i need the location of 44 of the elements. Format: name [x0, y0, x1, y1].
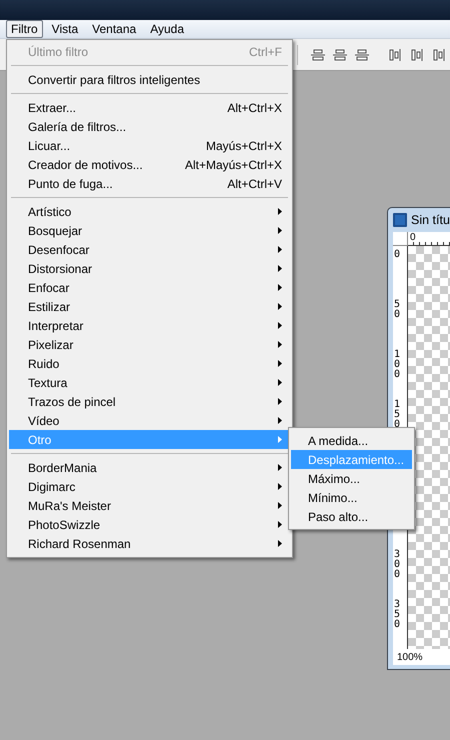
- menu-item[interactable]: Ruido: [9, 354, 290, 373]
- ruler-label: 300: [394, 550, 402, 580]
- menu-item[interactable]: Artístico: [9, 202, 290, 221]
- menu-item[interactable]: MuRa's Meister: [9, 496, 290, 515]
- menu-item[interactable]: PhotoSwizzle: [9, 515, 290, 534]
- menu-item[interactable]: Máximo...: [291, 469, 412, 488]
- horizontal-ruler: 0: [408, 232, 450, 246]
- menu-bar-item[interactable]: Filtro: [6, 20, 43, 38]
- menu-item[interactable]: Bosquejar: [9, 221, 290, 240]
- menu-item[interactable]: Richard Rosenman: [9, 534, 290, 553]
- menu-item[interactable]: Enfocar: [9, 278, 290, 297]
- zoom-level: 100%: [397, 652, 423, 662]
- menu-item[interactable]: Mínimo...: [291, 488, 412, 507]
- menu-item[interactable]: Vídeo: [9, 411, 290, 430]
- align-icon: [332, 46, 348, 62]
- ruler-label: 350: [394, 600, 402, 630]
- menu-item[interactable]: BorderMania: [9, 458, 290, 477]
- ruler-label: 100: [394, 350, 402, 380]
- document-title: Sin títu: [411, 213, 450, 227]
- menu-bar-item[interactable]: Vista: [46, 20, 84, 38]
- ruler-label: 0: [394, 250, 402, 260]
- menu-item[interactable]: Distorsionar: [9, 259, 290, 278]
- menu-item[interactable]: Interpretar: [9, 316, 290, 335]
- menu-item[interactable]: Creador de motivos... Alt+Mayús+Ctrl+X: [9, 155, 290, 174]
- menu-bar-item[interactable]: Ventana: [87, 20, 142, 38]
- menu-item[interactable]: Pixelizar: [9, 335, 290, 354]
- menu-item[interactable]: Punto de fuga... Alt+Ctrl+V: [9, 174, 290, 193]
- menu-item[interactable]: A medida...: [291, 431, 412, 450]
- menu-item[interactable]: Extraer... Alt+Ctrl+X: [9, 98, 290, 117]
- menu-bar-item[interactable]: Ayuda: [145, 20, 189, 38]
- menu-item[interactable]: Estilizar: [9, 297, 290, 316]
- document-icon: [393, 213, 407, 227]
- menu-item[interactable]: Textura: [9, 373, 290, 392]
- menu-item[interactable]: Licuar... Mayús+Ctrl+X: [9, 136, 290, 155]
- menu-item[interactable]: Trazos de pincel: [9, 392, 290, 411]
- menu-item[interactable]: Desenfocar: [9, 240, 290, 259]
- menu-item[interactable]: Digimarc: [9, 477, 290, 496]
- align-icon: [354, 46, 370, 62]
- ruler-label: 50: [394, 300, 402, 320]
- menu-item[interactable]: Galería de filtros...: [9, 117, 290, 136]
- menu-item[interactable]: Paso alto...: [291, 507, 412, 526]
- menu-item[interactable]: Convertir para filtros inteligentes: [9, 70, 290, 89]
- align-icon: [310, 46, 326, 62]
- ruler-label: 150: [394, 400, 402, 430]
